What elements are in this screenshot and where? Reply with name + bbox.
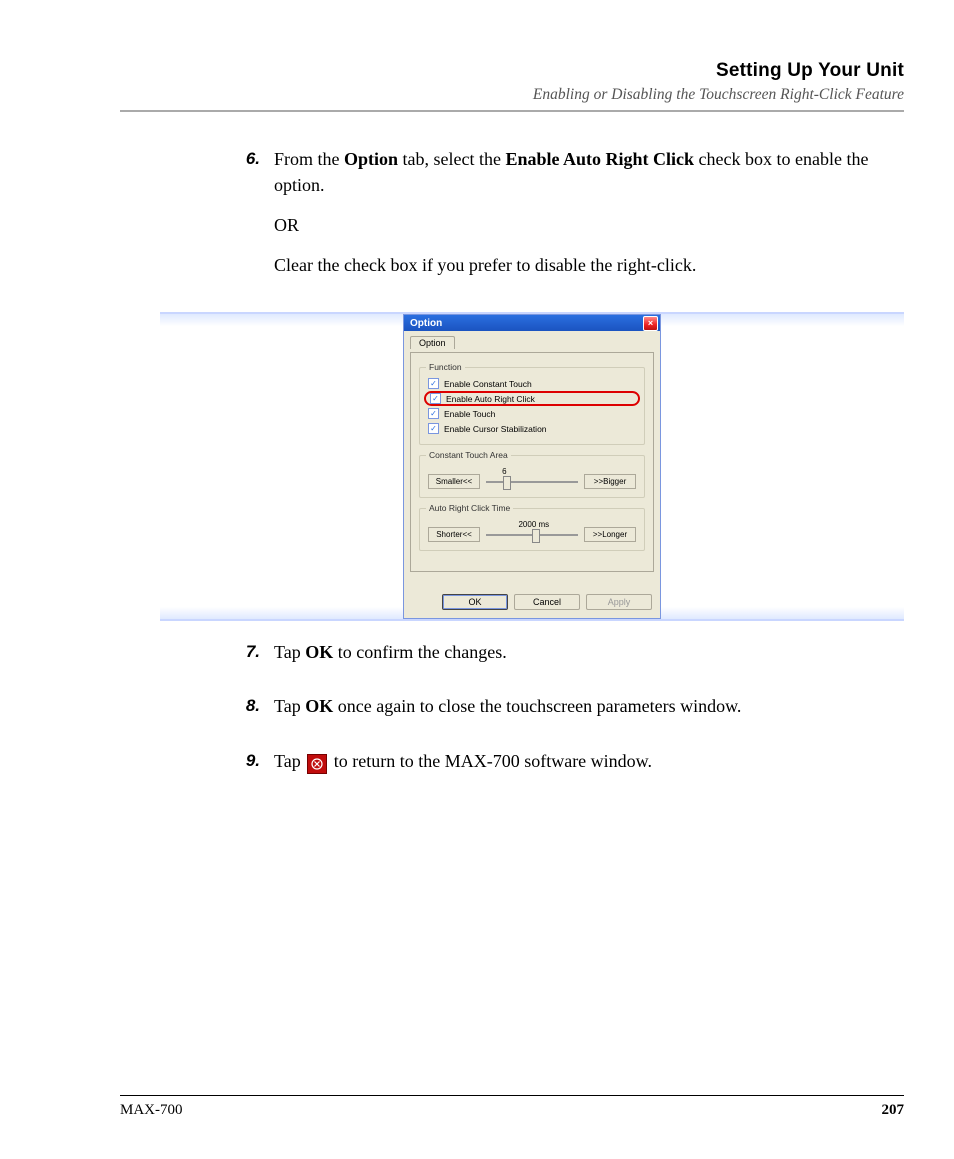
- text: to confirm the changes.: [333, 642, 506, 662]
- group-label: Function: [426, 362, 465, 372]
- screenshot-option-dialog: Option × Option Function Enable Constant…: [160, 312, 904, 621]
- longer-button[interactable]: >>Longer: [584, 527, 636, 542]
- tab-row: Option: [410, 335, 654, 348]
- text: From the: [274, 149, 344, 169]
- text: tab, select the: [398, 149, 505, 169]
- text: once again to close the touchscreen para…: [333, 696, 741, 716]
- checkbox-auto-right-click[interactable]: Enable Auto Right Click: [424, 391, 640, 406]
- checkbox-icon: [430, 393, 441, 404]
- header-rule: [120, 110, 904, 112]
- text: OR: [274, 212, 904, 238]
- step-number: 6.: [228, 146, 260, 292]
- shorter-button[interactable]: Shorter<<: [428, 527, 480, 542]
- checkbox-label: Enable Touch: [444, 409, 495, 419]
- step-number: 8.: [228, 693, 260, 733]
- dialog-titlebar: Option ×: [404, 315, 660, 331]
- slider-thumb[interactable]: [503, 476, 511, 490]
- step-8: 8. Tap OK once again to close the touchs…: [120, 693, 904, 733]
- smaller-button[interactable]: Smaller<<: [428, 474, 480, 489]
- dialog-buttons: OK Cancel Apply: [404, 584, 660, 618]
- page-title: Setting Up Your Unit: [120, 60, 904, 82]
- checkbox-icon: [428, 378, 439, 389]
- page-header: Setting Up Your Unit Enabling or Disabli…: [120, 60, 904, 140]
- text-bold: Enable Auto Right Click: [506, 149, 695, 169]
- checkbox-label: Enable Auto Right Click: [446, 394, 535, 404]
- group-label: Auto Right Click Time: [426, 503, 513, 513]
- step-9: 9. Tap to return to the MAX-700 software…: [120, 748, 904, 788]
- slider-value: 2000 ms: [518, 520, 549, 529]
- bigger-button[interactable]: >>Bigger: [584, 474, 636, 489]
- footer-product: MAX-700: [120, 1102, 183, 1119]
- page-footer: MAX-700 207: [120, 1095, 904, 1119]
- text: Tap: [274, 642, 305, 662]
- checkbox-constant-touch[interactable]: Enable Constant Touch: [424, 376, 640, 391]
- checkbox-label: Enable Cursor Stabilization: [444, 424, 547, 434]
- step-number: 9.: [228, 748, 260, 788]
- text: Tap: [274, 751, 305, 771]
- text-bold: OK: [305, 696, 333, 716]
- checkbox-icon: [428, 408, 439, 419]
- checkbox-cursor-stabilization[interactable]: Enable Cursor Stabilization: [424, 421, 640, 436]
- checkbox-touch[interactable]: Enable Touch: [424, 406, 640, 421]
- group-function: Function Enable Constant Touch Enable Au…: [419, 367, 645, 445]
- footer-page-number: 207: [882, 1102, 905, 1119]
- slider-value: 6: [502, 467, 506, 476]
- text: Clear the check box if you prefer to dis…: [274, 252, 904, 278]
- right-click-time-slider[interactable]: 2000 ms: [486, 534, 578, 536]
- step-7: 7. Tap OK to confirm the changes.: [120, 639, 904, 679]
- touch-area-slider[interactable]: 6: [486, 481, 578, 483]
- group-auto-right-click-time: Auto Right Click Time Shorter<< 2000 ms …: [419, 508, 645, 551]
- text: to return to the MAX-700 software window…: [334, 751, 652, 771]
- step-number: 7.: [228, 639, 260, 679]
- close-icon[interactable]: ×: [643, 316, 658, 331]
- page-subtitle: Enabling or Disabling the Touchscreen Ri…: [120, 86, 904, 104]
- step-body: From the Option tab, select the Enable A…: [260, 146, 904, 292]
- ok-button[interactable]: OK: [442, 594, 508, 610]
- checkbox-icon: [428, 423, 439, 434]
- dialog-title-text: Option: [410, 318, 442, 329]
- apply-button[interactable]: Apply: [586, 594, 652, 610]
- option-dialog: Option × Option Function Enable Constant…: [403, 314, 661, 619]
- step-6: 6. From the Option tab, select the Enabl…: [120, 146, 904, 292]
- slider-thumb[interactable]: [532, 529, 540, 543]
- text: Tap: [274, 696, 305, 716]
- text-bold: Option: [344, 149, 398, 169]
- group-constant-touch-area: Constant Touch Area Smaller<< 6 >>Bigger: [419, 455, 645, 498]
- tab-panel: Function Enable Constant Touch Enable Au…: [410, 352, 654, 572]
- checkbox-label: Enable Constant Touch: [444, 379, 532, 389]
- group-label: Constant Touch Area: [426, 450, 511, 460]
- tab-option[interactable]: Option: [410, 336, 455, 349]
- cancel-button[interactable]: Cancel: [514, 594, 580, 610]
- close-app-icon: [307, 754, 327, 774]
- text-bold: OK: [305, 642, 333, 662]
